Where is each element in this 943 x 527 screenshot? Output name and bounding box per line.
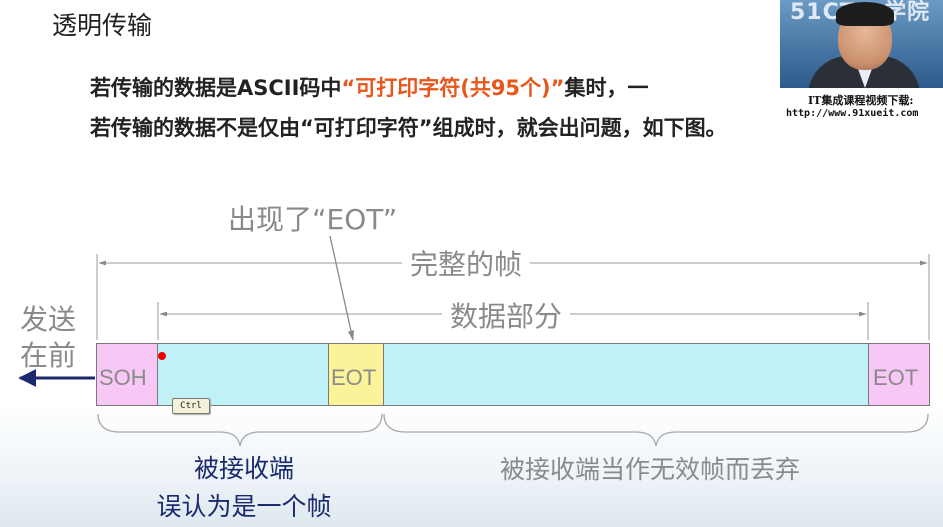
send-first-line-2: 在前 — [20, 339, 77, 372]
data-part-label: 数据部分 — [442, 295, 571, 335]
send-first-label: 发送 在前 — [20, 302, 76, 374]
left-caption: 被接收端 误认为是一个帧 — [124, 450, 364, 526]
eot-end-label: EOT — [873, 365, 919, 390]
right-brace — [383, 413, 929, 447]
right-caption: 被接收端当作无效帧而丢弃 — [500, 455, 801, 484]
cursor-dot — [158, 352, 166, 360]
eot-pointer-arrow — [329, 235, 355, 342]
data-field-1 — [157, 343, 329, 406]
data-field-2 — [383, 343, 869, 406]
soh-field: SOH — [96, 343, 158, 406]
full-frame-label: 完整的帧 — [402, 243, 531, 283]
eot-appear-label: 出现了“EOT” — [228, 203, 398, 236]
soh-label: SOH — [99, 365, 147, 390]
left-caption-line-1: 被接收端 — [193, 454, 294, 483]
left-brace — [97, 413, 383, 447]
eot-field-end: EOT — [868, 343, 930, 406]
ctrl-key-indicator: Ctrl — [172, 398, 210, 414]
left-caption-line-2: 误认为是一个帧 — [156, 492, 332, 521]
eot-field-mid: EOT — [328, 343, 384, 406]
eot-mid-label: EOT — [331, 365, 377, 390]
send-first-line-1: 发送 — [20, 303, 77, 336]
